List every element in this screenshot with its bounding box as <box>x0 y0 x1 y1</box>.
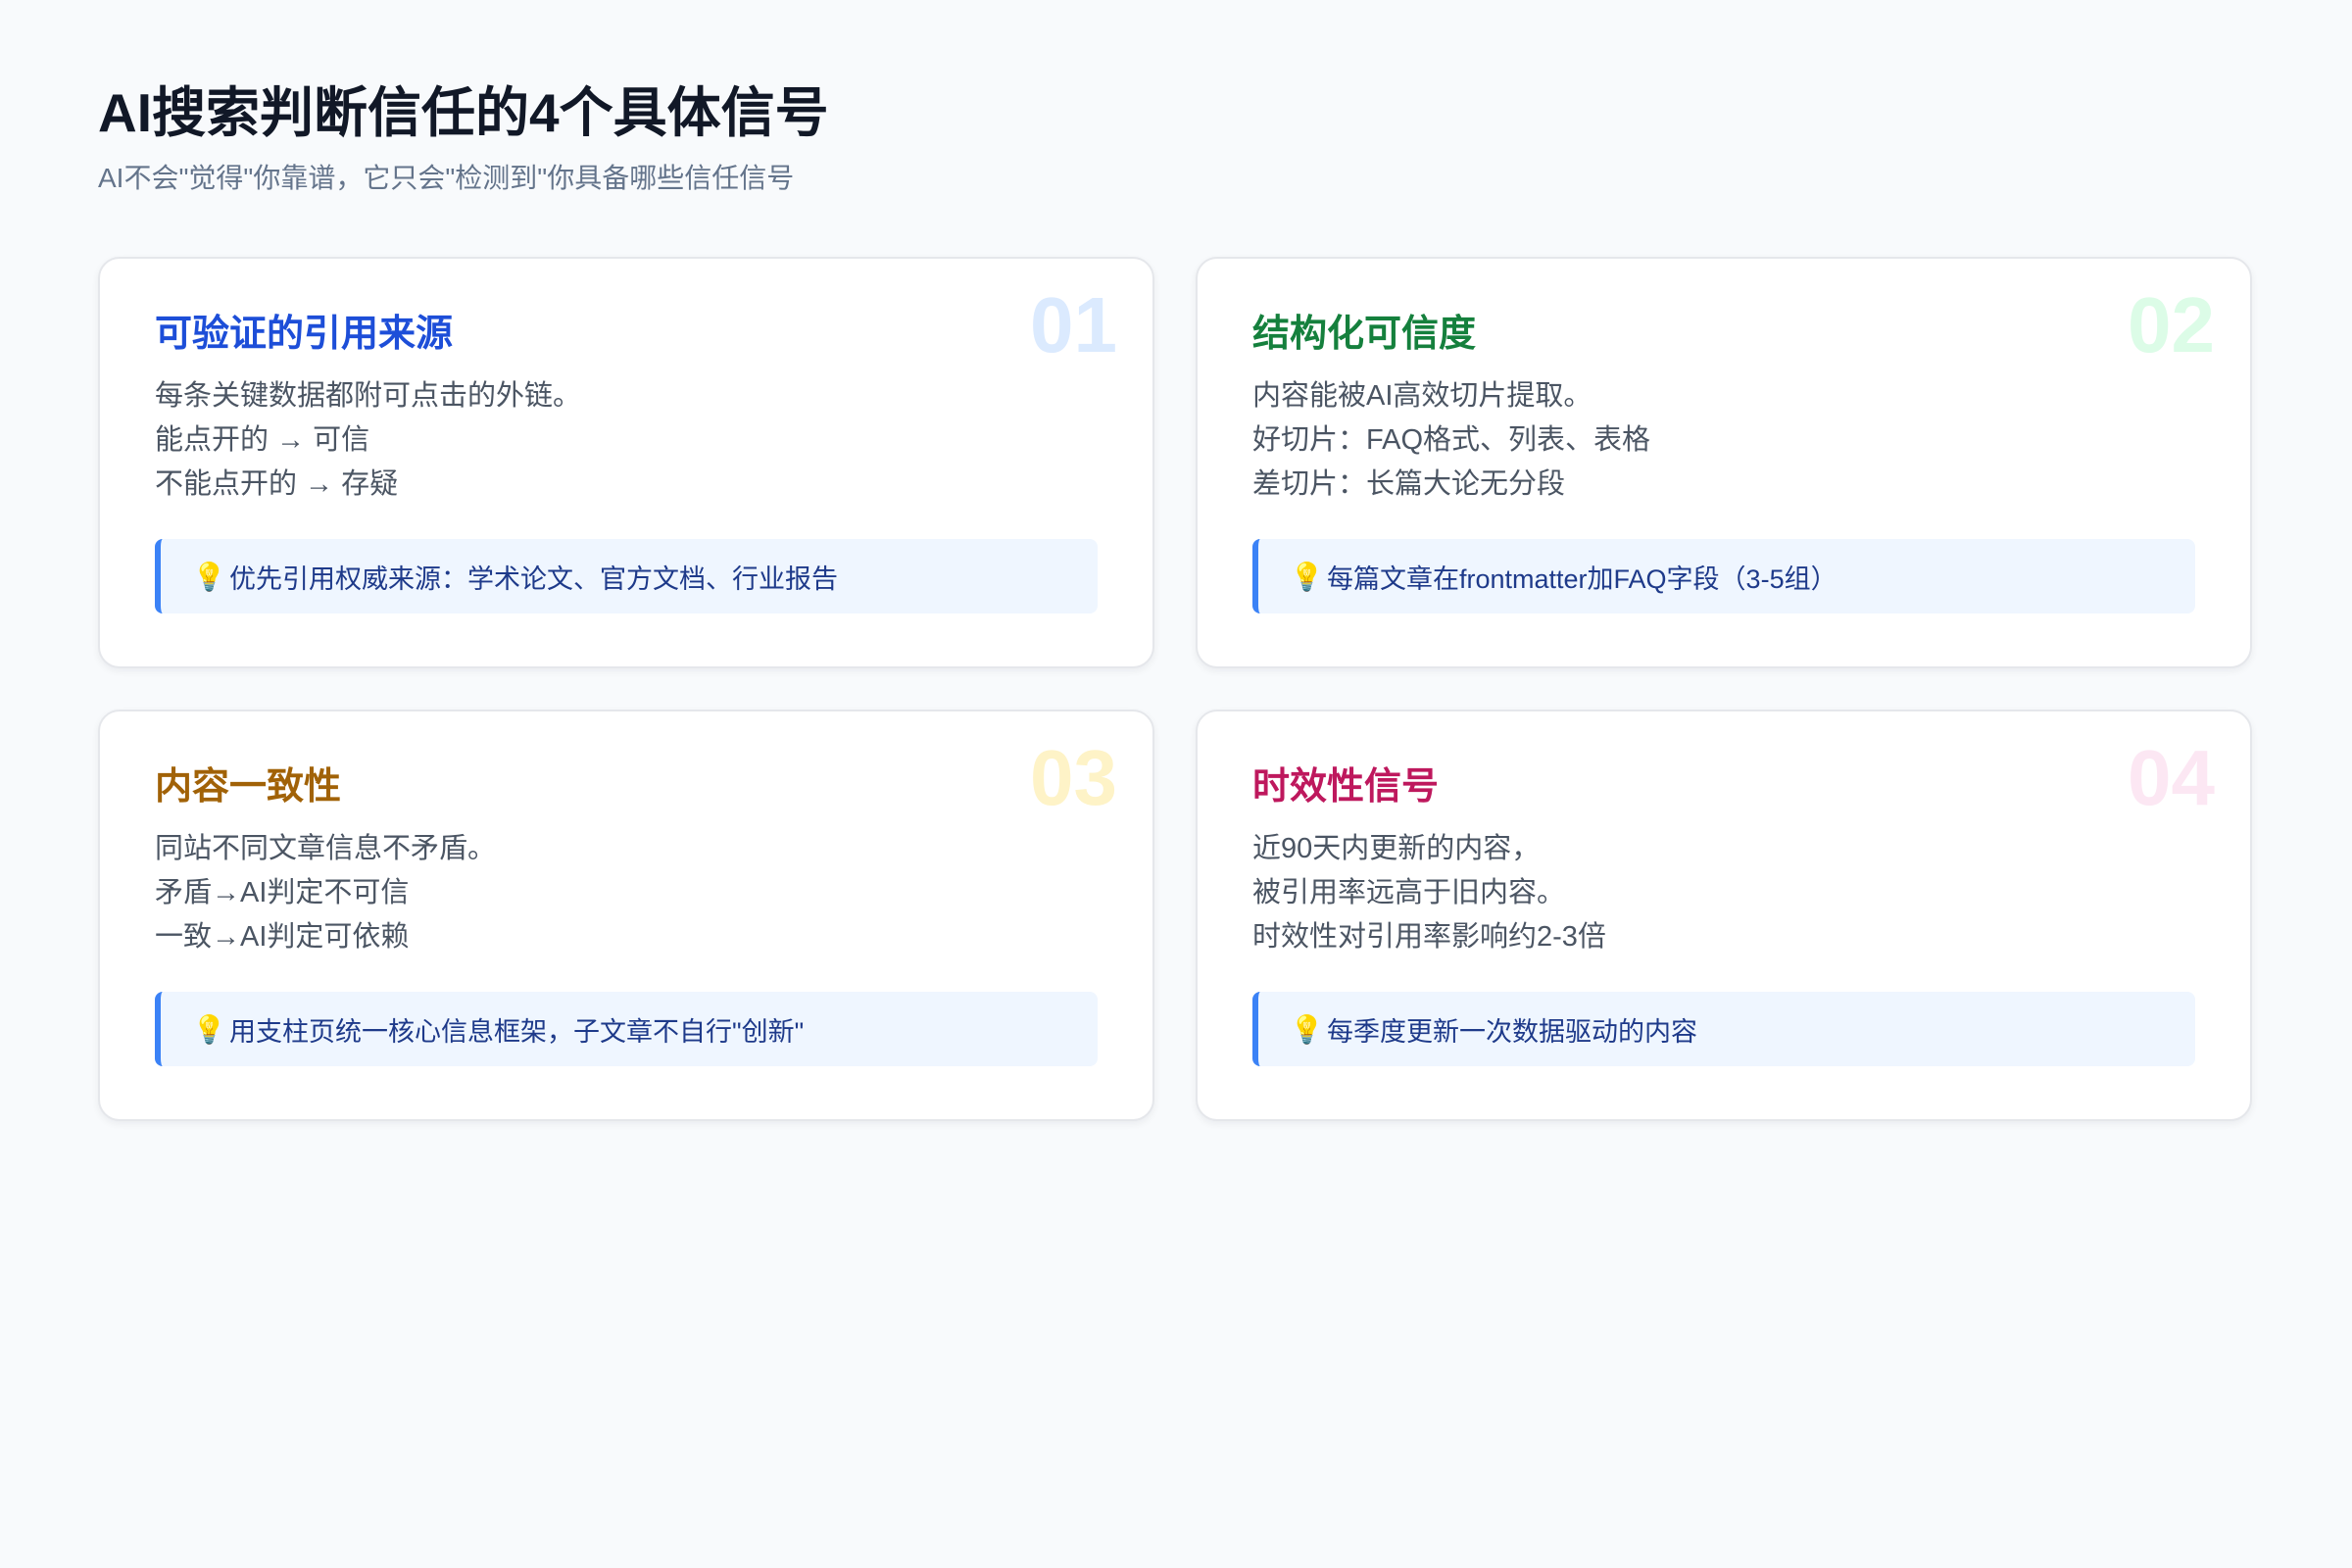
card-number: 03 <box>1030 734 1117 821</box>
card-line: 矛盾→AI判定不可信 <box>155 877 410 908</box>
tip-box: 💡 每季度更新一次数据驱动的内容 <box>1252 992 2195 1066</box>
lightbulb-icon: 💡 <box>1290 1013 1324 1045</box>
card-title: 可验证的引用来源 <box>155 314 454 355</box>
page-title: AI搜索判断信任的4个具体信号 <box>98 82 829 143</box>
card-line: 不能点开的 → 存疑 <box>155 468 399 500</box>
tip-text: 每篇文章在frontmatter加FAQ字段（3-5组） <box>1327 564 1838 594</box>
card-line: 能点开的 → 可信 <box>155 424 370 456</box>
card-body: 每条关键数据都附可点击的外链。 能点开的 → 可信 不能点开的 → 存疑 <box>155 374 1098 507</box>
signal-card-content-consistency: 03 内容一致性 同站不同文章信息不矛盾。 矛盾→AI判定不可信 一致→AI判定… <box>98 710 1154 1121</box>
card-line: 时效性对引用率影响约2-3倍 <box>1252 921 1606 953</box>
card-line: 一致→AI判定可依赖 <box>155 921 410 953</box>
card-line: 被引用率远高于旧内容。 <box>1252 877 1566 908</box>
tip-box: 💡 每篇文章在frontmatter加FAQ字段（3-5组） <box>1252 539 2195 613</box>
signal-card-timeliness: 04 时效性信号 近90天内更新的内容， 被引用率远高于旧内容。 时效性对引用率… <box>1196 710 2252 1121</box>
card-number: 01 <box>1030 281 1117 368</box>
card-number: 04 <box>2128 734 2215 821</box>
tip-text: 每季度更新一次数据驱动的内容 <box>1327 1016 1697 1047</box>
signal-card-verifiable-sources: 01 可验证的引用来源 每条关键数据都附可点击的外链。 能点开的 → 可信 不能… <box>98 257 1154 668</box>
card-line: 每条关键数据都附可点击的外链。 <box>155 380 582 412</box>
signal-card-grid: 01 可验证的引用来源 每条关键数据都附可点击的外链。 能点开的 → 可信 不能… <box>98 257 2254 1121</box>
tip-box: 💡 用支柱页统一核心信息框架，子文章不自行"创新" <box>155 992 1098 1066</box>
card-body: 内容能被AI高效切片提取。 好切片：FAQ格式、列表、表格 差切片：长篇大论无分… <box>1252 374 2195 507</box>
card-line: 内容能被AI高效切片提取。 <box>1252 380 1592 412</box>
tip-text: 优先引用权威来源：学术论文、官方文档、行业报告 <box>229 564 838 594</box>
lightbulb-icon: 💡 <box>192 561 226 592</box>
lightbulb-icon: 💡 <box>1290 561 1324 592</box>
page-subtitle: AI不会"觉得"你靠谱，它只会"检测到"你具备哪些信任信号 <box>98 163 795 193</box>
card-body: 同站不同文章信息不矛盾。 矛盾→AI判定不可信 一致→AI判定可依赖 <box>155 827 1098 959</box>
card-line: 好切片：FAQ格式、列表、表格 <box>1252 424 1651 456</box>
card-title: 时效性信号 <box>1252 766 1440 808</box>
card-line: 近90天内更新的内容， <box>1252 833 1541 864</box>
page: AI搜索判断信任的4个具体信号 AI不会"觉得"你靠谱，它只会"检测到"你具备哪… <box>98 78 2254 1121</box>
tip-text: 用支柱页统一核心信息框架，子文章不自行"创新" <box>229 1016 805 1047</box>
tip-box: 💡 优先引用权威来源：学术论文、官方文档、行业报告 <box>155 539 1098 613</box>
signal-card-structured-credibility: 02 结构化可信度 内容能被AI高效切片提取。 好切片：FAQ格式、列表、表格 … <box>1196 257 2252 668</box>
lightbulb-icon: 💡 <box>192 1013 226 1045</box>
card-title: 内容一致性 <box>155 766 342 808</box>
card-body: 近90天内更新的内容， 被引用率远高于旧内容。 时效性对引用率影响约2-3倍 <box>1252 827 2195 959</box>
card-number: 02 <box>2128 281 2215 368</box>
card-line: 同站不同文章信息不矛盾。 <box>155 833 497 864</box>
card-line: 差切片：长篇大论无分段 <box>1252 468 1566 500</box>
card-title: 结构化可信度 <box>1252 314 1477 355</box>
